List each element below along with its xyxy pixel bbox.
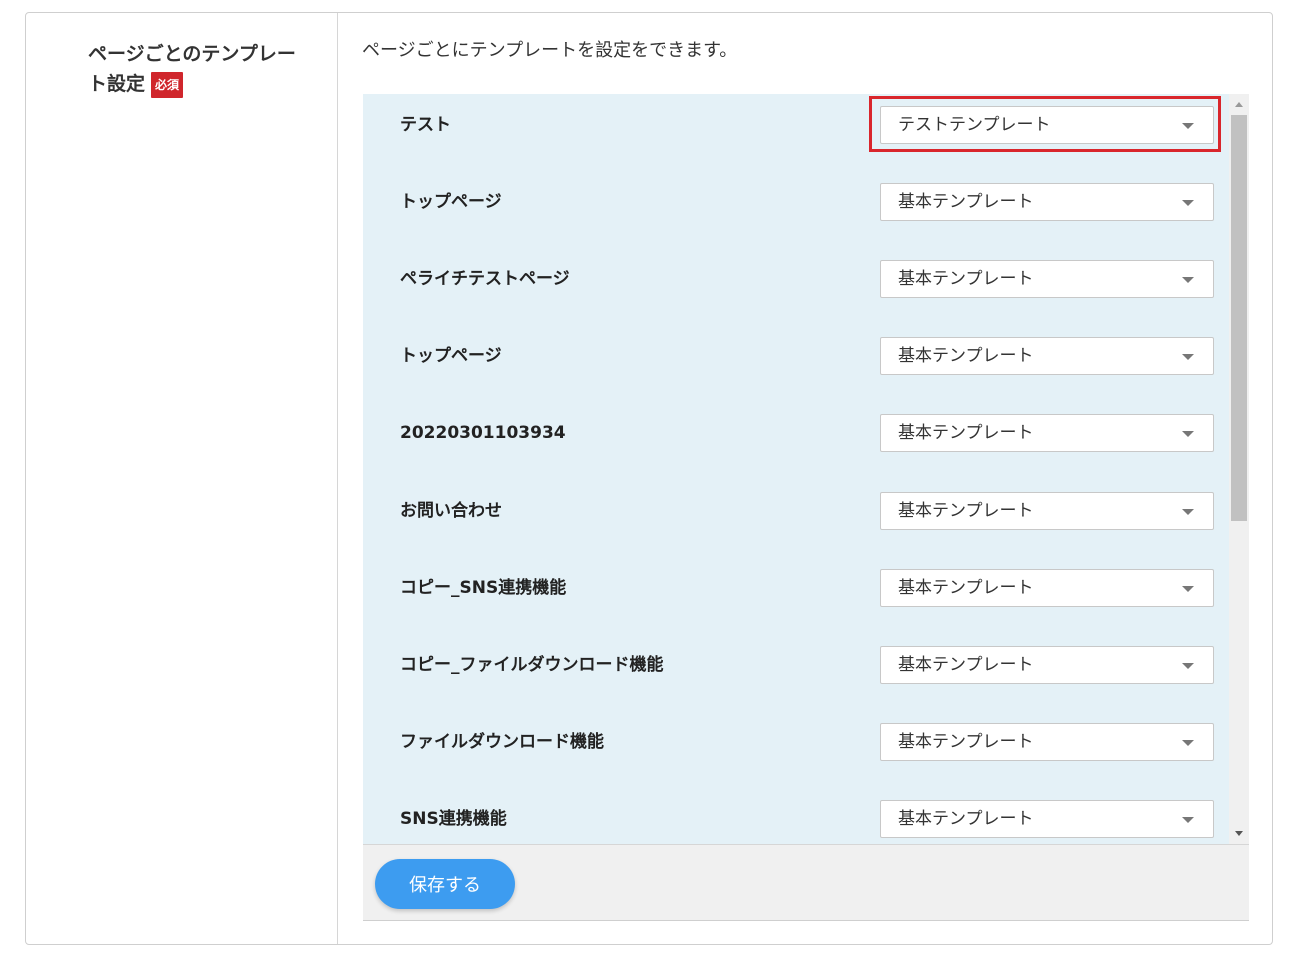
page-row: コピー_ファイルダウンロード機能 基本テンプレート xyxy=(363,634,1229,711)
setting-description: ページごとにテンプレートを設定をできます。 xyxy=(362,40,738,61)
page-template-list-scroll: テスト テストテンプレート トップページ 基本テンプレート ペライチテストページ 基本テン… xyxy=(363,94,1229,844)
chevron-down-icon xyxy=(1182,817,1194,823)
template-select-value: 基本テンプレート xyxy=(898,578,1034,598)
template-select[interactable]: 基本テンプレート xyxy=(880,414,1214,452)
template-select[interactable]: 基本テンプレート xyxy=(880,569,1214,607)
template-select[interactable]: 基本テンプレート xyxy=(880,492,1214,530)
page-row: 20220301103934 基本テンプレート xyxy=(363,402,1229,479)
content-column: ページごとにテンプレートを設定をできます。 テスト テストテンプレートトップページ… xyxy=(338,13,1272,944)
page-row: コピー_SNS連携機能 基本テンプレート xyxy=(363,557,1229,634)
template-select-value: 基本テンプレート xyxy=(898,192,1034,212)
page-name: 20220301103934 xyxy=(400,423,566,443)
template-select-value: 基本テンプレート xyxy=(898,346,1034,366)
chevron-down-icon xyxy=(1182,431,1194,437)
page-row: トップページ 基本テンプレート xyxy=(363,325,1229,402)
form-footer: 保存する xyxy=(363,844,1249,921)
setting-title: ページごとのテンプレート設定 必須 xyxy=(88,39,308,99)
page-name: お問い合わせ xyxy=(400,501,502,521)
chevron-down-icon xyxy=(1182,509,1194,515)
settings-panel: ページごとのテンプレート設定 必須 ページごとにテンプレートを設定をできます。 テ… xyxy=(25,12,1273,945)
save-button[interactable]: 保存する xyxy=(375,859,515,909)
page-template-list: テスト テストテンプレート トップページ 基本テンプレート ペライチテストページ 基本テン… xyxy=(363,94,1249,844)
page-row: ペライチテストページ 基本テンプレート xyxy=(363,248,1229,325)
page-row: テスト テストテンプレート xyxy=(363,94,1229,171)
page-name: テスト xyxy=(400,115,451,135)
required-badge: 必須 xyxy=(151,71,184,98)
template-select-value: 基本テンプレート xyxy=(898,423,1034,443)
page-name: トップページ xyxy=(400,346,502,366)
template-select[interactable]: 基本テンプレート xyxy=(880,646,1214,684)
template-select[interactable]: 基本テンプレート xyxy=(880,800,1214,838)
setting-title-text: ページごとのテンプレート設定 xyxy=(88,43,296,95)
page-name: ペライチテストページ xyxy=(400,269,570,289)
template-select-value: 基本テンプレート xyxy=(898,655,1034,675)
template-select[interactable]: 基本テンプレート xyxy=(880,723,1214,761)
template-select-value: テストテンプレート xyxy=(898,115,1051,135)
chevron-down-icon xyxy=(1182,354,1194,360)
template-select[interactable]: 基本テンプレート xyxy=(880,337,1214,375)
scroll-up-arrow-icon[interactable] xyxy=(1235,102,1243,107)
template-select-value: 基本テンプレート xyxy=(898,501,1034,521)
scrollbar[interactable] xyxy=(1229,94,1249,844)
chevron-down-icon xyxy=(1182,663,1194,669)
page-row: トップページ 基本テンプレート xyxy=(363,171,1229,248)
scroll-down-arrow-icon[interactable] xyxy=(1235,831,1243,836)
page-row: ファイルダウンロード機能 基本テンプレート xyxy=(363,711,1229,788)
page-row: SNS連携機能 基本テンプレート xyxy=(363,788,1229,844)
page-name: コピー_ファイルダウンロード機能 xyxy=(400,655,664,675)
scrollbar-thumb[interactable] xyxy=(1231,115,1247,521)
page-name: ファイルダウンロード機能 xyxy=(400,732,604,752)
chevron-down-icon xyxy=(1182,123,1194,129)
template-select[interactable]: 基本テンプレート xyxy=(880,183,1214,221)
page-row: お問い合わせ 基本テンプレート xyxy=(363,480,1229,557)
template-select-value: 基本テンプレート xyxy=(898,809,1034,829)
page-name: SNS連携機能 xyxy=(400,809,507,829)
template-select[interactable]: 基本テンプレート xyxy=(880,260,1214,298)
template-select-value: 基本テンプレート xyxy=(898,732,1034,752)
template-select-value: 基本テンプレート xyxy=(898,269,1034,289)
page-name: トップページ xyxy=(400,192,502,212)
template-select[interactable]: テストテンプレート xyxy=(880,106,1214,144)
label-column: ページごとのテンプレート設定 必須 xyxy=(26,13,338,944)
chevron-down-icon xyxy=(1182,586,1194,592)
chevron-down-icon xyxy=(1182,200,1194,206)
page-name: コピー_SNS連携機能 xyxy=(400,578,567,598)
chevron-down-icon xyxy=(1182,740,1194,746)
chevron-down-icon xyxy=(1182,277,1194,283)
